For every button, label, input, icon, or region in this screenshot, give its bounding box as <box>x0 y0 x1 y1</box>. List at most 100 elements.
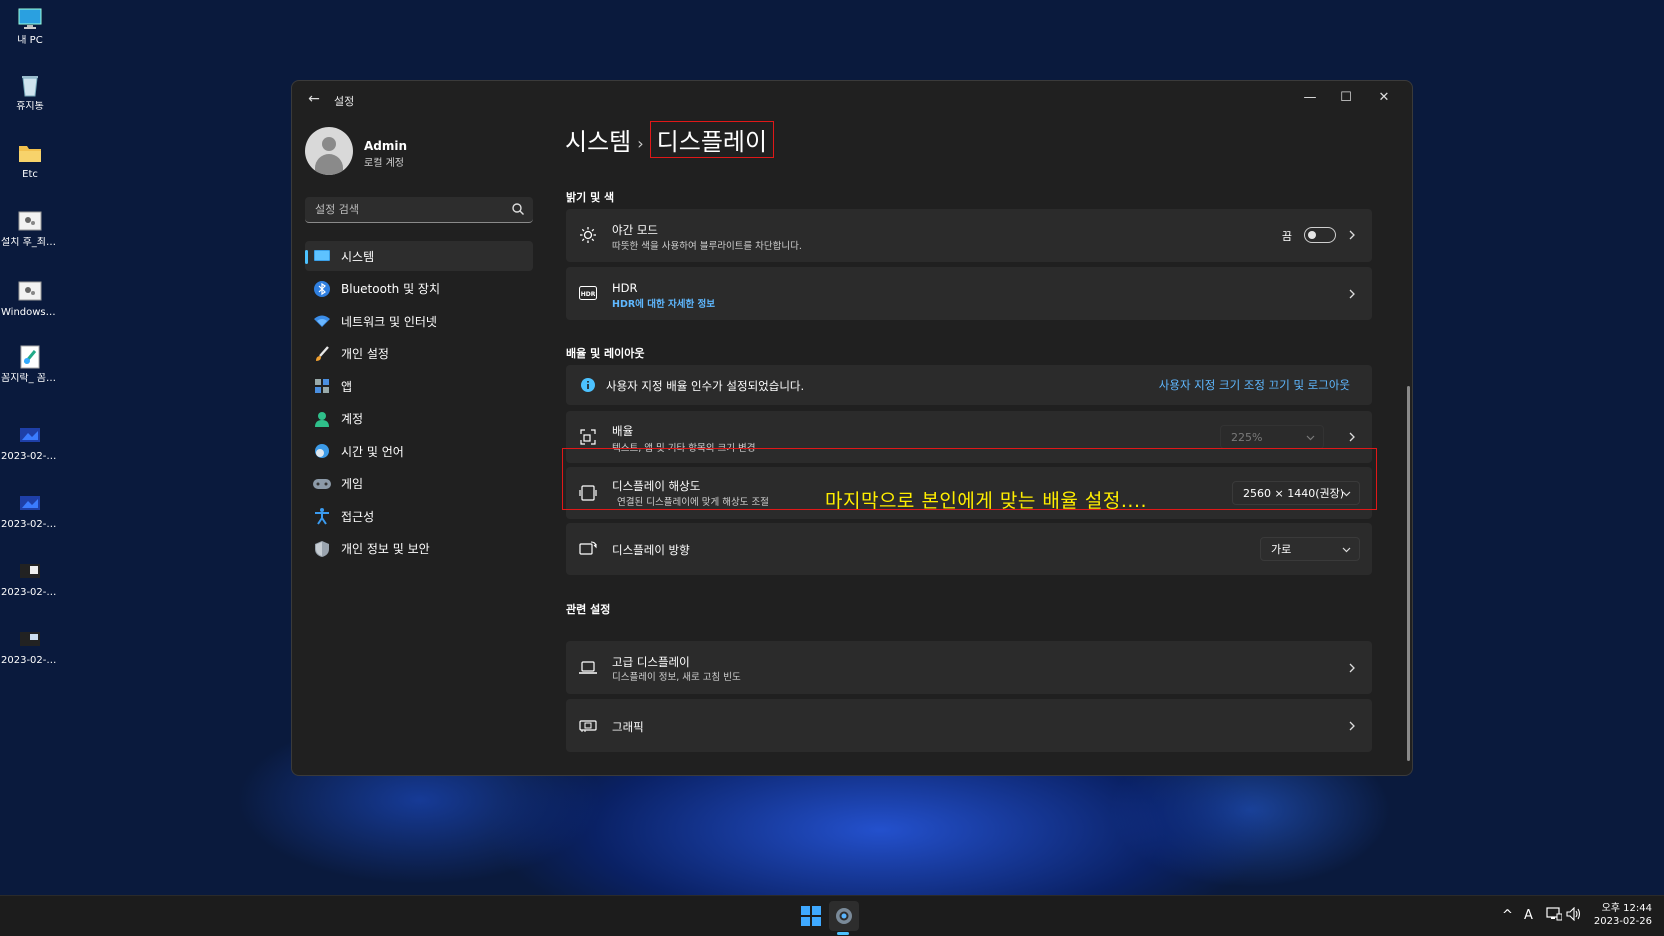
chevron-down-icon <box>1342 547 1351 553</box>
night-mode-subtitle: 따뜻한 색을 사용하여 블루라이트를 차단합니다. <box>612 241 802 252</box>
graphics-title: 그래픽 <box>612 720 644 734</box>
maximize-button[interactable]: ☐ <box>1328 85 1364 109</box>
section-title-related: 관련 설정 <box>566 603 611 616</box>
sidebar-item-time-language[interactable]: 시간 및 언어 <box>305 436 533 466</box>
scrollbar[interactable] <box>1407 386 1410 761</box>
sidebar-item-accounts[interactable]: 계정 <box>305 404 533 434</box>
chevron-right-icon <box>1349 721 1355 731</box>
hdr-icon: HDR <box>578 283 598 303</box>
chevron-down-icon <box>1306 435 1315 441</box>
sidebar-item-gaming[interactable]: 게임 <box>305 469 533 499</box>
sidebar-item-system[interactable]: 시스템 <box>305 241 533 271</box>
taskbar-settings-button[interactable] <box>829 901 859 931</box>
orientation-dropdown[interactable]: 가로 <box>1260 537 1360 561</box>
desktop-icon-etc[interactable]: Etc <box>2 140 58 181</box>
desktop-icon-shortcut[interactable]: 꼼지락_ 꼼지락... <box>1 344 59 385</box>
scale-dropdown[interactable]: 225% <box>1220 425 1324 449</box>
night-mode-title: 야간 모드 <box>612 223 658 237</box>
desktop-icon-label: 휴지통 <box>16 101 44 112</box>
wifi-icon <box>313 312 331 330</box>
start-button[interactable] <box>796 901 826 931</box>
chevron-right-icon <box>1349 432 1355 442</box>
advanced-display-subtitle: 디스플레이 정보, 새로 고침 빈도 <box>612 672 741 683</box>
orientation-icon <box>578 539 598 559</box>
sidebar-item-label: 시스템 <box>341 249 375 264</box>
advanced-display-title: 고급 디스플레이 <box>612 655 690 669</box>
graphics-card[interactable]: 그래픽 <box>566 699 1372 752</box>
desktop-icon-image-4[interactable]: 2023-02-2... <box>1 626 59 667</box>
brush-icon <box>313 345 331 363</box>
svg-text:HDR: HDR <box>581 291 596 298</box>
network-icon[interactable] <box>1546 907 1563 925</box>
desktop-icon-label: Windows_... <box>1 307 59 318</box>
sidebar-item-label: Bluetooth 및 장치 <box>341 282 441 296</box>
desktop-icon-windows[interactable]: Windows_... <box>1 278 59 319</box>
back-arrow-icon[interactable]: ← <box>304 89 324 109</box>
desktop-icon-optimize[interactable]: 설치 후_최적화.c... <box>1 208 59 249</box>
desktop-icon-my-pc[interactable]: 내 PC <box>2 6 58 47</box>
shield-icon <box>313 540 331 558</box>
sidebar-item-accessibility[interactable]: 접근성 <box>305 501 533 531</box>
user-name: Admin <box>364 139 408 153</box>
ime-indicator[interactable]: A <box>1524 908 1533 923</box>
section-title-brightness: 밝기 및 색 <box>566 191 615 204</box>
orientation-card[interactable]: 디스플레이 방향 가로 <box>566 523 1372 575</box>
turn-off-custom-scaling-link[interactable]: 사용자 지정 크기 조정 끄기 및 로그아웃 <box>1159 377 1350 393</box>
sidebar-item-label: 앱 <box>341 379 353 394</box>
desktop-icon-label: 2023-02-2... <box>1 451 59 462</box>
sidebar-nav: 시스템 Bluetooth 및 장치 네트워크 및 인터넷 개인 설정 앱 계정… <box>305 241 533 566</box>
settings-file-icon <box>17 208 43 234</box>
page-title: 디스플레이 <box>649 121 775 158</box>
sidebar-item-privacy[interactable]: 개인 정보 및 보안 <box>305 534 533 564</box>
orientation-value: 가로 <box>1271 543 1292 556</box>
gear-icon <box>836 908 852 924</box>
clock[interactable]: 오후 12:44 2023-02-26 <box>1594 902 1652 928</box>
desktop-icon-recycle-bin[interactable]: 휴지통 <box>2 72 58 113</box>
desktop-icon-label: 2023-02-2... <box>1 587 59 598</box>
annotation-text: 마지막으로 본인에게 맞는 배율 설정.... <box>825 490 1148 512</box>
sidebar-item-network[interactable]: 네트워크 및 인터넷 <box>305 306 533 336</box>
desktop-icon-label: 2023-02-2... <box>1 655 59 666</box>
chevron-right-icon <box>1349 230 1355 240</box>
bluetooth-icon <box>313 280 331 298</box>
monitor-icon <box>17 6 43 32</box>
breadcrumb-parent[interactable]: 시스템 <box>565 128 631 156</box>
hdr-card[interactable]: HDR HDR HDR에 대한 자세한 정보 <box>566 267 1372 320</box>
desktop-icon-label: 설치 후_최적화.c... <box>1 237 59 248</box>
sidebar-item-bluetooth[interactable]: Bluetooth 및 장치 <box>305 274 533 304</box>
desktop-icon-label: 꼼지락_ 꼼지락... <box>1 373 59 384</box>
sidebar-item-apps[interactable]: 앱 <box>305 371 533 401</box>
search-input[interactable] <box>305 197 505 221</box>
advanced-display-card[interactable]: 고급 디스플레이 디스플레이 정보, 새로 고침 빈도 <box>566 641 1372 694</box>
desktop-icon-image-3[interactable]: 2023-02-2... <box>1 558 59 599</box>
desktop-icon-image-1[interactable]: 2023-02-2... <box>1 422 59 463</box>
account-icon <box>313 410 331 428</box>
search-icon[interactable] <box>511 202 525 216</box>
minimize-button[interactable]: — <box>1292 85 1328 109</box>
sidebar-item-label: 접근성 <box>341 509 375 524</box>
avatar[interactable] <box>305 127 353 175</box>
night-mode-state: 끔 <box>1281 230 1292 243</box>
apps-icon <box>313 377 331 395</box>
taskbar: ^ A 오후 12:44 2023-02-26 <box>0 895 1664 936</box>
tray-overflow-chevron-icon[interactable]: ^ <box>1502 908 1513 923</box>
accessibility-icon <box>313 507 331 525</box>
clock-time: 오후 12:44 <box>1601 903 1652 914</box>
clock-globe-icon <box>313 442 331 460</box>
hdr-info-link[interactable]: HDR에 대한 자세한 정보 <box>612 296 715 310</box>
custom-scale-info-text: 사용자 지정 배율 인수가 설정되었습니다. <box>606 379 805 393</box>
desktop-icon-label: 2023-02-2... <box>1 519 59 530</box>
night-mode-toggle[interactable] <box>1304 227 1336 243</box>
section-title-scale-layout: 배율 및 레이아웃 <box>566 347 645 360</box>
scale-title: 배율 <box>612 424 634 438</box>
scale-value: 225% <box>1231 430 1263 444</box>
desktop-icon-image-2[interactable]: 2023-02-2... <box>1 490 59 531</box>
image-icon <box>17 626 43 652</box>
night-mode-card[interactable]: 야간 모드 따뜻한 색을 사용하여 블루라이트를 차단합니다. 끔 <box>566 209 1372 262</box>
speaker-icon[interactable] <box>1566 906 1582 925</box>
close-button[interactable]: ✕ <box>1366 85 1402 109</box>
sidebar-item-personalization[interactable]: 개인 설정 <box>305 339 533 369</box>
settings-window: ← 설정 — ☐ ✕ Admin 로컬 계정 시스템 Bluetooth 및 장… <box>291 80 1413 776</box>
search-box <box>305 197 533 223</box>
hdr-title: HDR <box>612 281 638 295</box>
